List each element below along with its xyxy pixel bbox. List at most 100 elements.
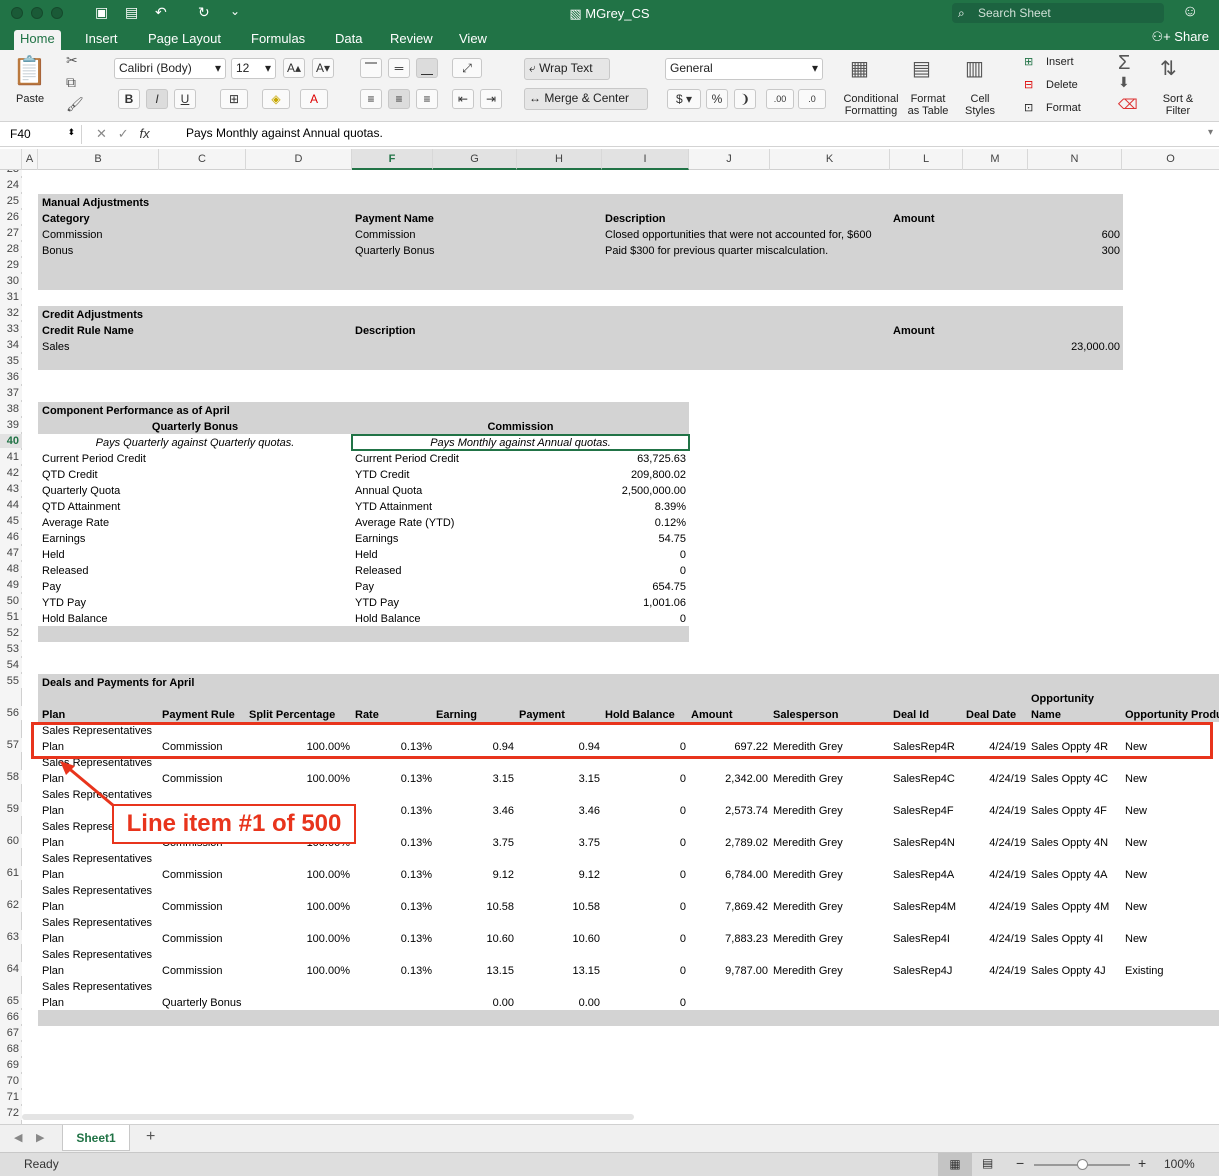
row-header[interactable]: 27: [0, 226, 22, 240]
row-header[interactable]: 40: [0, 434, 22, 448]
col-header-l[interactable]: L: [890, 149, 963, 170]
row-header[interactable]: 29: [0, 258, 22, 272]
col-header-k[interactable]: K: [770, 149, 890, 170]
fill-color-button[interactable]: ◈: [262, 89, 290, 109]
row-header[interactable]: 70: [0, 1074, 22, 1088]
row-header[interactable]: 37: [0, 386, 22, 400]
cancel-icon[interactable]: ✕: [96, 126, 107, 141]
row-header[interactable]: 71: [0, 1090, 22, 1104]
orientation-button[interactable]: ⤢: [452, 58, 482, 78]
sheet-tab-sheet1[interactable]: Sheet1: [62, 1125, 130, 1151]
conditional-formatting-icon[interactable]: ▦: [850, 56, 869, 81]
row-header[interactable]: 58: [0, 770, 22, 784]
function-icon[interactable]: fx: [140, 126, 150, 141]
formula-input[interactable]: Pays Monthly against Annual quotas.: [186, 126, 383, 140]
row-header[interactable]: 48: [0, 562, 22, 576]
tab-page-layout[interactable]: Page Layout: [142, 30, 227, 50]
col-header-c[interactable]: C: [159, 149, 246, 170]
autosum-icon[interactable]: Σ: [1118, 52, 1130, 75]
row-header[interactable]: 42: [0, 466, 22, 480]
row-header[interactable]: 64: [0, 962, 22, 976]
font-size-select[interactable]: 12 ▾: [231, 58, 276, 79]
row-header[interactable]: 52: [0, 626, 22, 640]
row-header[interactable]: 55: [0, 674, 22, 688]
fill-icon[interactable]: ⬇: [1118, 74, 1130, 91]
align-top-button[interactable]: ⎺: [360, 58, 382, 78]
row-header[interactable]: 60: [0, 834, 22, 848]
zoom-in-icon[interactable]: +: [1138, 1155, 1146, 1171]
format-as-table-icon[interactable]: ▤: [912, 56, 931, 81]
decrease-indent-button[interactable]: ⇤: [452, 89, 474, 109]
font-name-select[interactable]: Calibri (Body) ▾: [114, 58, 226, 79]
tab-insert[interactable]: Insert: [79, 30, 124, 50]
row-header[interactable]: 63: [0, 930, 22, 944]
row-header[interactable]: 72: [0, 1106, 22, 1120]
row-header[interactable]: 68: [0, 1042, 22, 1056]
sort-filter-icon[interactable]: ⇅: [1160, 56, 1177, 81]
align-center-button[interactable]: ≡: [388, 89, 410, 109]
add-sheet-icon[interactable]: +: [146, 1128, 155, 1146]
italic-button[interactable]: I: [146, 89, 168, 109]
row-header[interactable]: 47: [0, 546, 22, 560]
col-header-o[interactable]: O: [1122, 149, 1219, 170]
prev-sheet-icon[interactable]: ◀: [14, 1131, 22, 1144]
cell-styles-icon[interactable]: ▥: [965, 56, 984, 81]
currency-button[interactable]: $ ▾: [667, 89, 701, 109]
row-header[interactable]: 44: [0, 498, 22, 512]
format-cells-button[interactable]: Format: [1046, 102, 1081, 114]
row-header[interactable]: 59: [0, 802, 22, 816]
row-header[interactable]: 45: [0, 514, 22, 528]
tab-view[interactable]: View: [453, 30, 493, 50]
tab-review[interactable]: Review: [384, 30, 439, 50]
insert-cells-button[interactable]: Insert: [1046, 56, 1074, 68]
col-header-g[interactable]: G: [433, 149, 517, 170]
delete-cells-button[interactable]: Delete: [1046, 79, 1078, 91]
increase-indent-button[interactable]: ⇥: [480, 89, 502, 109]
normal-view-icon[interactable]: ▦: [938, 1153, 972, 1176]
col-header-d[interactable]: D: [246, 149, 352, 170]
row-header[interactable]: 36: [0, 370, 22, 384]
smiley-feedback-icon[interactable]: ☺: [1182, 3, 1198, 21]
merge-center-button[interactable]: ↔ Merge & Center: [524, 88, 648, 110]
col-header-b[interactable]: B: [38, 149, 159, 170]
row-header[interactable]: 50: [0, 594, 22, 608]
paste-icon[interactable]: 📋: [12, 54, 47, 87]
wrap-text-button[interactable]: ⤶ Wrap Text: [524, 58, 610, 80]
row-header[interactable]: 25: [0, 194, 22, 208]
decrease-font-size-button[interactable]: A▾: [312, 58, 334, 78]
format-painter-icon[interactable]: 🖌: [66, 96, 84, 113]
row-header[interactable]: 51: [0, 610, 22, 624]
select-all-corner[interactable]: [0, 149, 22, 170]
row-header[interactable]: 30: [0, 274, 22, 288]
row-header[interactable]: 24: [0, 178, 22, 192]
share-button[interactable]: ⚇+ Share: [1151, 29, 1209, 45]
bold-button[interactable]: B: [118, 89, 140, 109]
number-format-select[interactable]: General ▾: [665, 58, 823, 80]
name-box[interactable]: F40 ⬍: [4, 125, 82, 144]
row-header[interactable]: 56: [0, 706, 22, 720]
row-header[interactable]: 39: [0, 418, 22, 432]
row-header[interactable]: 53: [0, 642, 22, 656]
cut-icon[interactable]: ✂: [66, 52, 78, 69]
copy-icon[interactable]: ⧉: [66, 74, 76, 91]
comma-button[interactable]: ❩: [734, 89, 756, 109]
col-header-n[interactable]: N: [1028, 149, 1122, 170]
row-header[interactable]: 33: [0, 322, 22, 336]
row-header[interactable]: 54: [0, 658, 22, 672]
row-header[interactable]: 32: [0, 306, 22, 320]
worksheet-grid[interactable]: 23 24 25 26 27 28 29 30 31 32 33 34 35 36 37 38 39 40 41 42…: [0, 170, 1219, 1124]
zoom-slider-handle[interactable]: [1077, 1159, 1088, 1170]
row-header[interactable]: 62: [0, 898, 22, 912]
font-color-button[interactable]: A: [300, 89, 328, 109]
row-header[interactable]: 57: [0, 738, 22, 752]
col-header-m[interactable]: M: [963, 149, 1028, 170]
clear-icon[interactable]: ⌫: [1118, 96, 1138, 113]
horizontal-scrollbar[interactable]: [22, 1114, 634, 1120]
align-left-button[interactable]: ≡: [360, 89, 382, 109]
tab-formulas[interactable]: Formulas: [245, 30, 311, 50]
align-right-button[interactable]: ≡: [416, 89, 438, 109]
row-header[interactable]: 28: [0, 242, 22, 256]
percent-button[interactable]: %: [706, 89, 728, 109]
decrease-decimal-button[interactable]: .0: [798, 89, 826, 109]
row-header[interactable]: 67: [0, 1026, 22, 1040]
